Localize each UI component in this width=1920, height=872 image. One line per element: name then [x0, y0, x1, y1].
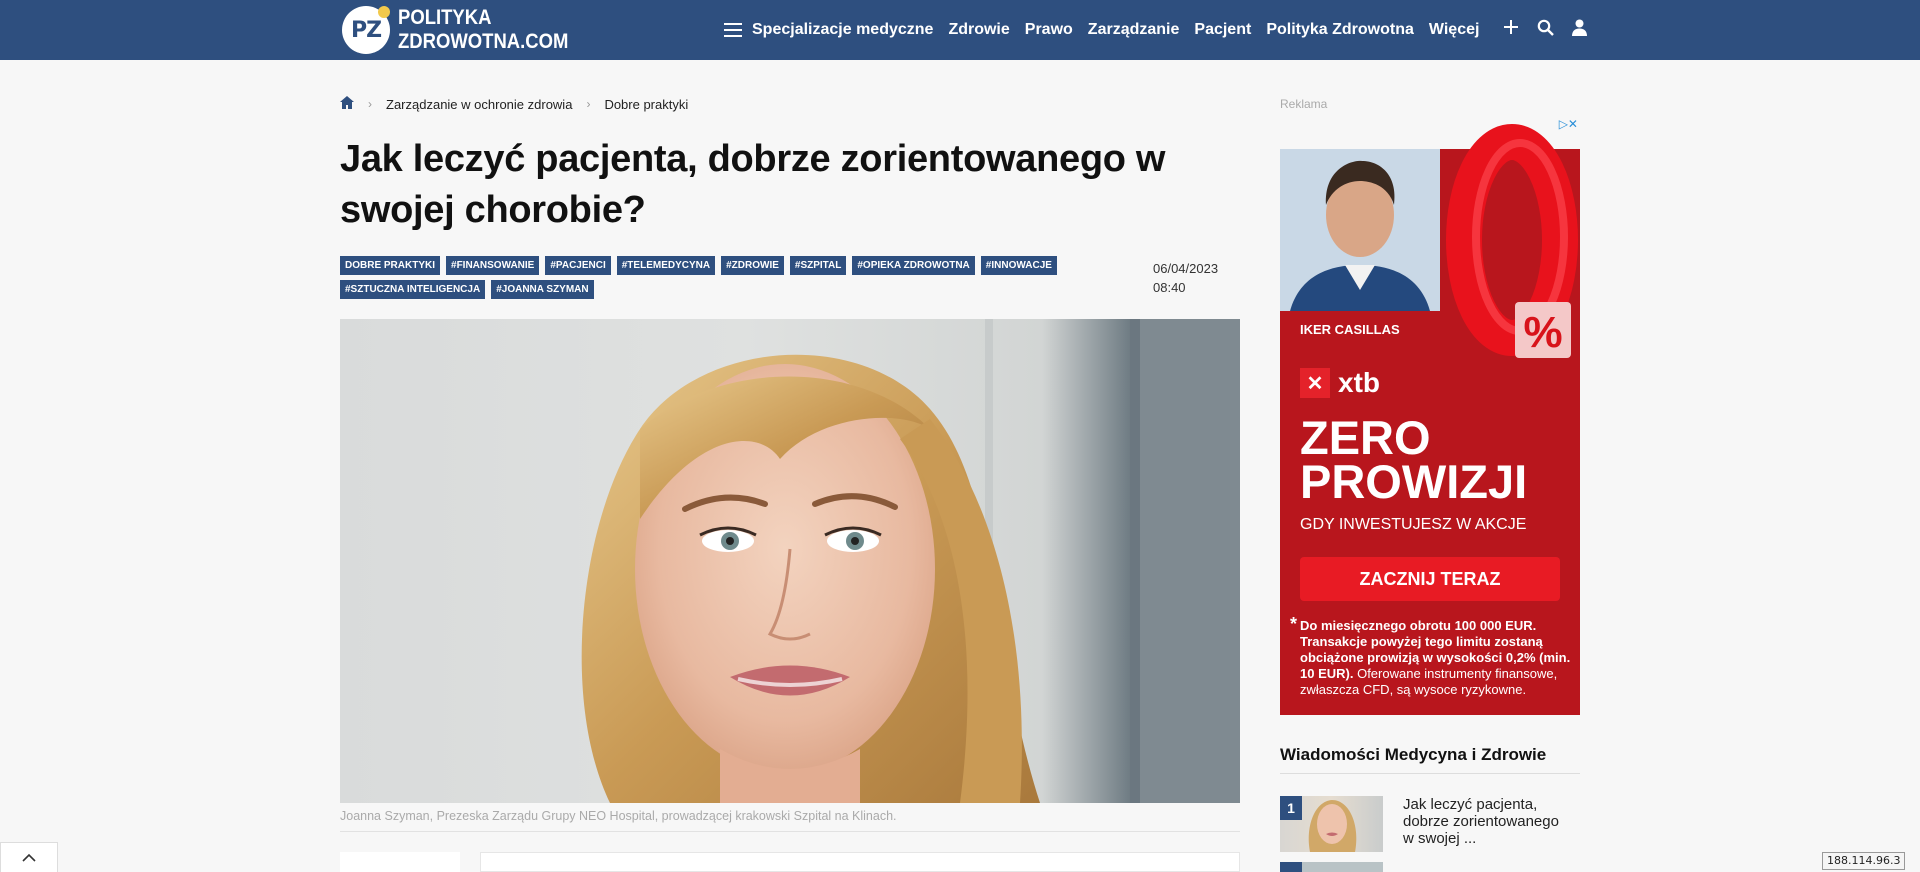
ad-disclaimer: * Do miesięcznego obrotu 100 000 EUR. Tra… — [1290, 614, 1571, 697]
ad-brand-text: xtb — [1338, 367, 1380, 398]
article-tags: DOBRE PRAKTYKI #FINANSOWANIE #PACJENCI #… — [340, 256, 1080, 299]
nav-item-zarzadzanie[interactable]: Zarządzanie — [1088, 21, 1180, 39]
ad-person-name: IKER CASILLAS — [1300, 322, 1400, 337]
ad-headline-line-2: PROWIZJI — [1300, 455, 1528, 508]
image-caption: Joanna Szyman, Prezeska Zarządu Grupy NE… — [340, 809, 897, 823]
user-icon[interactable] — [1570, 18, 1588, 36]
chevron-up-icon — [22, 853, 36, 862]
menu-icon[interactable] — [724, 23, 742, 37]
xtb-logo-icon: ✕ — [1300, 368, 1330, 398]
logo-badge-text: PZ — [350, 17, 382, 43]
header-icons — [1502, 18, 1588, 36]
scroll-to-top-button[interactable] — [0, 842, 58, 872]
main-nav: Specjalizacje medyczne Zdrowie Prawo Zar… — [724, 0, 1494, 60]
breadcrumb-item-zarzadzanie[interactable]: Zarządzanie w ochronie zdrowia — [386, 97, 572, 112]
article-date-time: 08:40 — [1153, 280, 1186, 295]
nav-item-specjalizacje[interactable]: Specjalizacje medyczne — [752, 21, 933, 39]
logo-line-1: POLITYKA — [398, 6, 492, 29]
tag-joanna-szyman[interactable]: #JOANNA SZYMAN — [491, 280, 594, 299]
ad-brand: ✕ xtb — [1300, 367, 1380, 399]
news-rank: 1 — [1280, 796, 1302, 820]
content-block — [480, 852, 1240, 872]
article-date: 06/04/2023 08:40 — [1153, 259, 1218, 297]
breadcrumb: › Zarządzanie w ochronie zdrowia › Dobre… — [340, 96, 688, 112]
news-headline[interactable]: Jak leczyć pacjenta, dobrze zorientowane… — [1403, 796, 1563, 852]
ad-headline-line-1: ZERO — [1300, 411, 1431, 464]
tag-zdrowie[interactable]: #ZDROWIE — [721, 256, 784, 275]
search-icon[interactable] — [1536, 18, 1554, 36]
portrait-illustration — [581, 319, 1240, 803]
tag-dobre-praktyki[interactable]: DOBRE PRAKTYKI — [340, 256, 441, 275]
nav-item-wiecej[interactable]: Więcej — [1429, 21, 1480, 39]
article-date-day: 06/04/2023 — [1153, 261, 1219, 276]
chevron-right-icon: › — [368, 97, 372, 111]
tag-sztuczna-inteligencja[interactable]: #SZTUCZNA INTELIGENCJA — [340, 280, 486, 299]
logo-text: POLITYKA ZDROWOTNA.COM — [398, 6, 568, 54]
news-rank-marker — [1280, 862, 1302, 872]
nav-item-pacjent[interactable]: Pacjent — [1194, 21, 1251, 39]
tag-telemedycyna[interactable]: #TELEMEDYCYNA — [616, 256, 716, 275]
list-item[interactable]: 1 Jak leczyć pacjenta, dobrze zorientowa… — [1280, 796, 1563, 852]
logo-dot — [378, 6, 390, 18]
breadcrumb-item-dobre-praktyki[interactable]: Dobre praktyki — [604, 97, 688, 112]
tag-innowacje[interactable]: #INNOWACJE — [980, 256, 1057, 275]
ip-address-badge: 188.114.96.3 — [1822, 852, 1906, 870]
nav-item-zdrowie[interactable]: Zdrowie — [948, 21, 1009, 39]
chevron-right-icon: › — [586, 97, 591, 111]
ad-headline: ZERO PROWIZJI — [1300, 411, 1528, 508]
sidebar-title: Wiadomości Medycyna i Zdrowie — [1280, 745, 1547, 764]
advertisement-banner[interactable]: ▷✕ % IKER CASILLAS ✕ xtb ZERO PROWIZJI G… — [1280, 115, 1580, 715]
ad-percent: % — [1523, 308, 1562, 357]
divider — [1280, 773, 1580, 774]
content-block — [340, 852, 460, 872]
article-hero-image — [340, 319, 1240, 803]
nav-item-prawo[interactable]: Prawo — [1025, 21, 1073, 39]
ad-subheadline: GDY INWESTUJESZ W AKCJE — [1300, 516, 1527, 533]
logo-line-2: ZDROWOTNA.COM — [398, 30, 569, 53]
article-title: Jak leczyć pacjenta, dobrze zorientowane… — [340, 138, 1166, 231]
plus-icon[interactable] — [1502, 18, 1520, 36]
ad-cta-button[interactable]: ZACZNIJ TERAZ — [1300, 557, 1560, 601]
news-thumbnail[interactable]: 1 — [1280, 796, 1383, 852]
tag-opieka-zdrowotna[interactable]: #OPIEKA ZDROWOTNA — [852, 256, 975, 275]
ad-label: Reklama — [1280, 97, 1328, 111]
top-navigation-bar: PZ POLITYKA ZDROWOTNA.COM Specjalizacje … — [0, 0, 1920, 60]
logo-badge: PZ — [342, 6, 390, 54]
tag-pacjenci[interactable]: #PACJENCI — [545, 256, 611, 275]
divider — [340, 831, 1240, 832]
site-logo[interactable]: PZ POLITYKA ZDROWOTNA.COM — [342, 6, 592, 54]
nav-item-polityka-zdrowotna[interactable]: Polityka Zdrowotna — [1266, 21, 1414, 39]
tag-finansowanie[interactable]: #FINANSOWANIE — [446, 256, 540, 275]
tag-szpital[interactable]: #SZPITAL — [789, 256, 847, 275]
home-icon[interactable] — [340, 96, 354, 112]
